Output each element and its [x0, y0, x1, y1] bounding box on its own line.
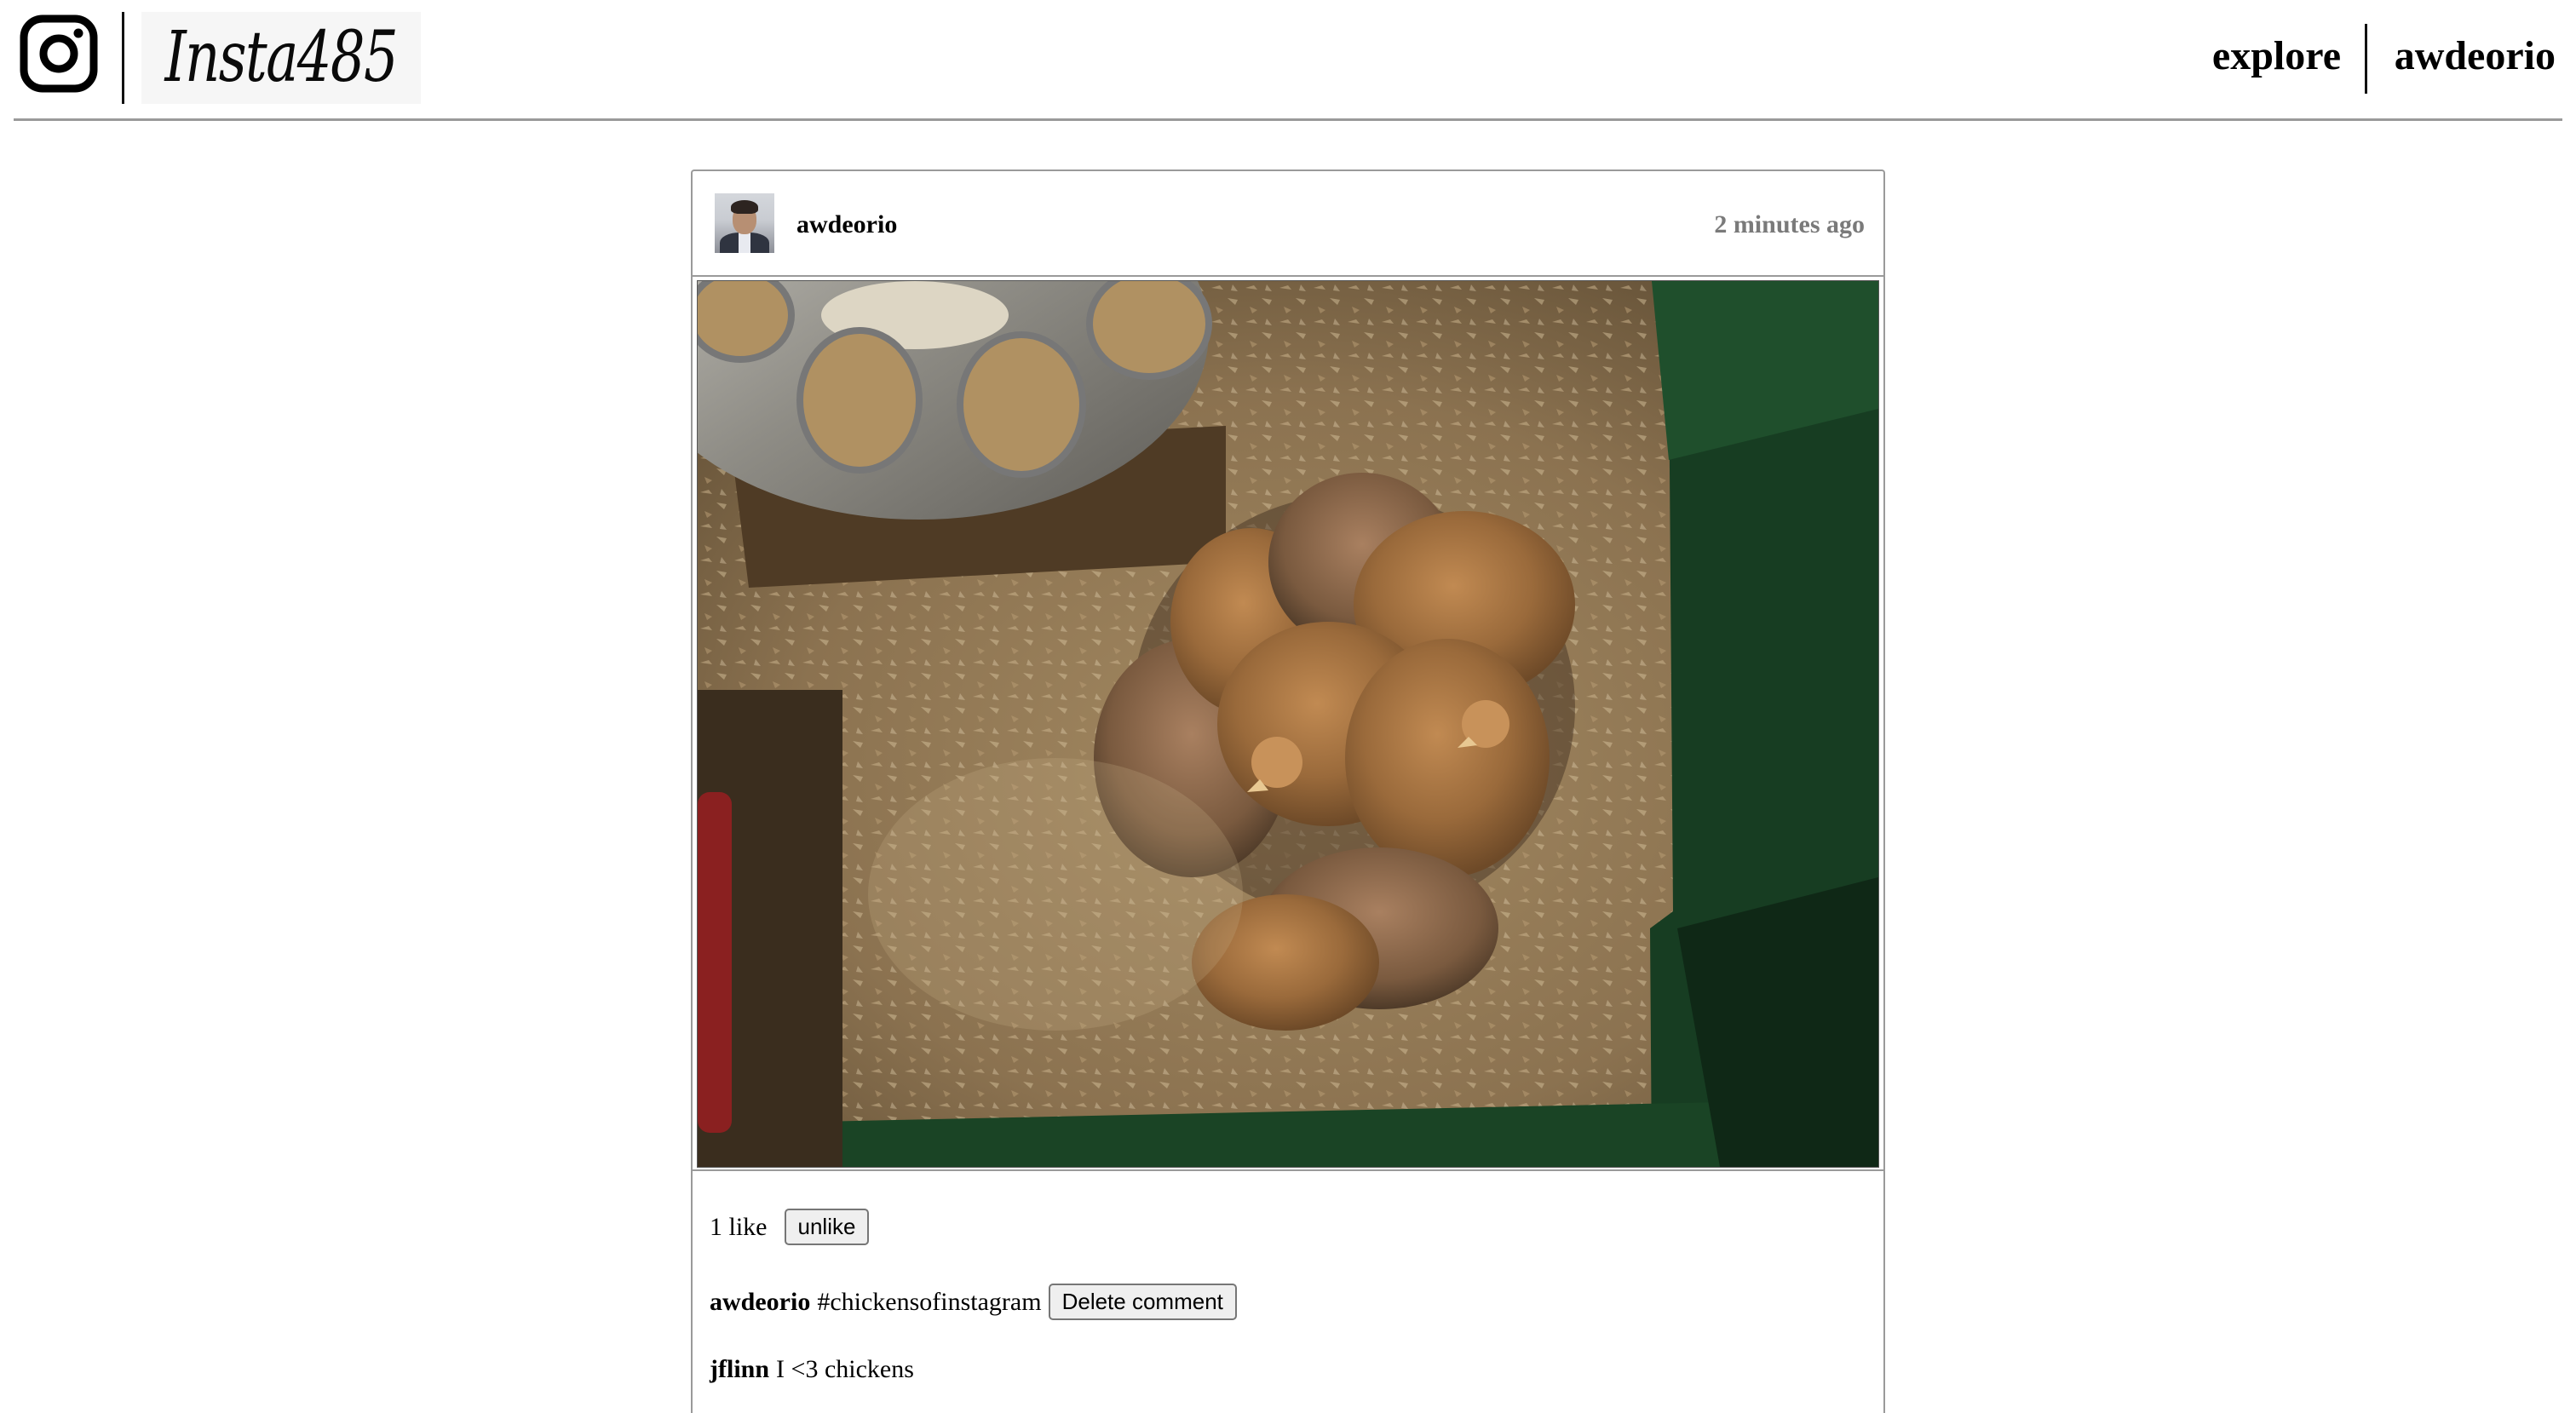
logo-text: Insta485	[164, 17, 399, 98]
nav-user-link[interactable]: awdeorio	[2395, 32, 2556, 79]
post-timestamp-link[interactable]: 2 minutes ago	[1714, 210, 1865, 239]
nav-explore-link[interactable]: explore	[2212, 32, 2341, 79]
delete-comment-button[interactable]: Delete comment	[1048, 1284, 1237, 1320]
comment-text: #chickensofinstagram	[817, 1287, 1042, 1316]
comment-item: jflinn I <3 chickens	[710, 1355, 914, 1384]
comment-item: awdeorio #chickensofinstagram Delete com…	[710, 1284, 1237, 1320]
post-header: awdeorio 2 minutes ago	[693, 171, 1883, 275]
post-image-frame	[693, 275, 1883, 1171]
logo[interactable]: Insta485	[141, 12, 421, 104]
header-divider	[122, 12, 124, 104]
post-card: awdeorio 2 minutes ago 1 like unlike awd…	[691, 169, 1885, 1413]
post-owner-link[interactable]: awdeorio	[796, 210, 897, 239]
avatar[interactable]	[715, 193, 774, 253]
header-rule	[14, 118, 2562, 121]
site-header: Insta485 explore awdeorio	[0, 0, 2576, 123]
instagram-camera-icon[interactable]	[19, 14, 99, 94]
post-image	[697, 280, 1879, 1168]
nav-divider	[2365, 24, 2367, 94]
comment-text: I <3 chickens	[776, 1355, 914, 1383]
comment-owner-link[interactable]: awdeorio	[710, 1288, 810, 1317]
likes-count: 1 like	[710, 1212, 768, 1241]
chicks-photo	[698, 281, 1878, 1167]
comment-owner-link[interactable]: jflinn	[710, 1355, 769, 1384]
likes-row: 1 like unlike	[710, 1209, 870, 1245]
unlike-button[interactable]: unlike	[784, 1209, 870, 1245]
